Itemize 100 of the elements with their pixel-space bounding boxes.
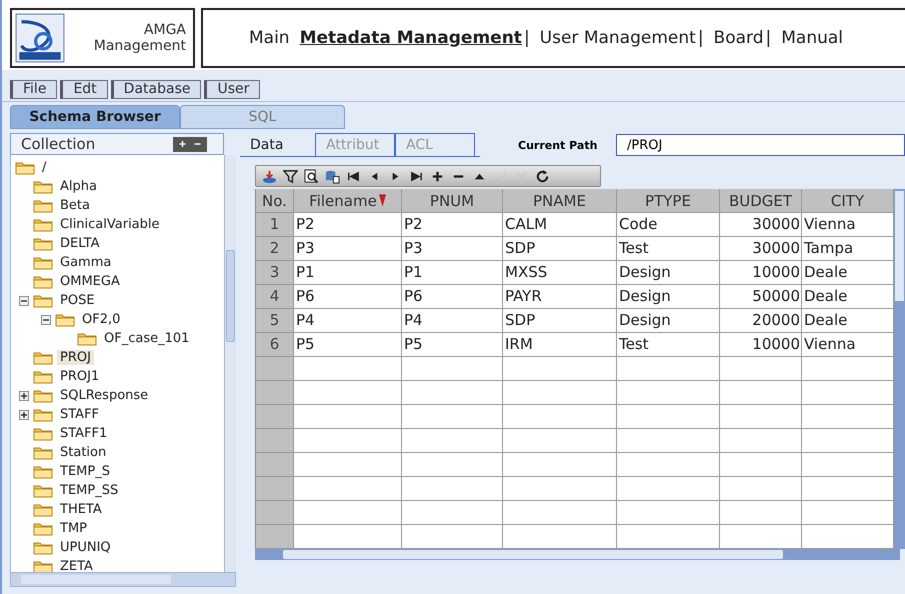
tree-item[interactable]: TEMP_S [57, 464, 113, 479]
expand-icon[interactable] [19, 390, 29, 400]
column-header[interactable]: PTYPE [617, 189, 720, 212]
row-number: 2 [256, 237, 294, 260]
table-cell: P3 [402, 237, 503, 260]
table-cell: P6 [402, 285, 503, 308]
table-cell: 10000 [720, 261, 802, 284]
tree-item[interactable]: THETA [57, 502, 105, 517]
folder-icon [33, 540, 53, 555]
scrollbar[interactable] [894, 189, 905, 549]
scrollbar[interactable] [224, 155, 236, 572]
folder-icon [55, 312, 75, 327]
folder-icon [33, 274, 53, 289]
tree-item[interactable]: Beta [57, 198, 93, 213]
tree-item[interactable]: ClinicalVariable [57, 217, 163, 232]
folder-icon [33, 217, 53, 232]
table-cell: P6 [294, 285, 402, 308]
column-header[interactable]: BUDGET [720, 189, 802, 212]
logo-title: AMGA [144, 22, 186, 38]
table-cell: P1 [294, 261, 402, 284]
path-label: Current Path [518, 138, 598, 152]
collapse-all-button[interactable]: − [192, 138, 203, 150]
table-cell: Test [617, 237, 720, 260]
menu-item[interactable]: Edt [60, 80, 108, 99]
folder-icon [33, 407, 53, 422]
tree-item[interactable]: PROJ [57, 350, 94, 365]
nav-separator: | [524, 28, 530, 48]
tree-item[interactable]: OF_case_101 [101, 331, 192, 346]
tree-item[interactable]: STAFF1 [57, 426, 110, 441]
import-icon[interactable] [262, 168, 277, 184]
nav-link[interactable]: Board [714, 28, 764, 48]
menu-item[interactable]: Database [110, 80, 202, 99]
table-cell: SDP [503, 237, 617, 260]
folder-icon [33, 559, 53, 572]
nav-link[interactable]: Manual [781, 28, 844, 48]
tree-item[interactable]: Alpha [57, 179, 100, 194]
row-number: 5 [256, 309, 294, 332]
tree-item[interactable]: OF2,0 [79, 312, 124, 327]
collection-title: Collection [21, 135, 96, 153]
expand-all-button[interactable]: + [176, 138, 188, 150]
folder-icon [33, 293, 53, 308]
tree-item[interactable]: UPUNIQ [57, 540, 114, 555]
folder-icon [33, 464, 53, 479]
table-cell: P4 [294, 309, 402, 332]
folder-icon [33, 445, 53, 460]
tree-item[interactable]: ZETA [57, 559, 96, 572]
preview-icon[interactable] [304, 168, 319, 184]
row-number: 1 [256, 213, 294, 236]
logo-icon [15, 13, 65, 63]
tree-item[interactable]: Gamma [57, 255, 114, 270]
collapse-icon[interactable] [19, 296, 29, 306]
tree-item[interactable]: PROJ1 [57, 369, 102, 384]
table-cell: P5 [294, 333, 402, 356]
nav-separator: | [698, 28, 704, 48]
tab[interactable]: Data [240, 133, 315, 156]
nav-link[interactable]: User Management [540, 28, 696, 48]
column-header[interactable]: No. [256, 189, 294, 212]
table-cell: CALM [503, 213, 617, 236]
table-cell: Test [617, 333, 720, 356]
nav-separator: | [766, 28, 772, 48]
tree-item[interactable]: POSE [57, 293, 98, 308]
collapse-icon[interactable] [41, 314, 51, 324]
scrollbar[interactable] [255, 549, 900, 560]
nav-link[interactable]: Main [249, 28, 290, 48]
table-cell: 30000 [720, 237, 802, 260]
table-cell: PAYR [503, 285, 617, 308]
path-field[interactable]: /PROJ [616, 134, 905, 156]
folder-icon [33, 521, 53, 536]
tree-item[interactable]: DELTA [57, 236, 103, 251]
row-number: 6 [256, 333, 294, 356]
nav-link[interactable]: Metadata Management [300, 28, 522, 48]
tree-item[interactable]: TMP [57, 521, 90, 536]
tab[interactable]: Schema Browser [10, 105, 180, 129]
tree-item[interactable]: TEMP_SS [57, 483, 122, 498]
folder-icon [33, 350, 53, 365]
column-header[interactable]: PNUM [402, 189, 503, 212]
table-cell: 10000 [720, 333, 802, 356]
first-icon[interactable] [346, 168, 361, 184]
expand-icon[interactable] [19, 410, 29, 420]
scrollbar[interactable] [10, 572, 236, 587]
table-cell: 50000 [720, 285, 802, 308]
tree-item[interactable]: STAFF [57, 407, 102, 422]
folder-icon [33, 426, 53, 441]
column-header[interactable]: Filename [294, 189, 402, 212]
table-cell: Code [617, 213, 720, 236]
last-icon[interactable] [409, 168, 424, 184]
refresh-icon[interactable] [535, 168, 550, 184]
menu-item[interactable]: File [10, 80, 58, 99]
menu-item[interactable]: User [204, 80, 260, 99]
tree-item[interactable]: SQLResponse [57, 388, 152, 403]
row-number: 3 [256, 261, 294, 284]
column-header[interactable]: PNAME [503, 189, 617, 212]
database-icon[interactable] [325, 168, 340, 184]
tree-item[interactable]: OMMEGA [57, 274, 123, 289]
table-cell: P1 [402, 261, 503, 284]
folder-icon [15, 160, 35, 175]
tree-item[interactable]: / [39, 160, 50, 175]
tree-item[interactable]: Station [57, 445, 110, 460]
folder-icon [77, 331, 97, 346]
filter-icon[interactable] [283, 168, 298, 184]
